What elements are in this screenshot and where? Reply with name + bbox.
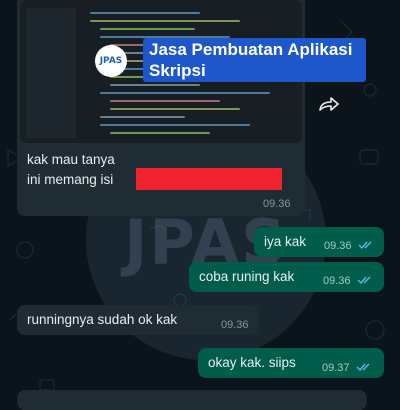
message-time: 09.36	[324, 240, 352, 252]
message-bubble-incoming-partial[interactable]	[17, 390, 367, 410]
forward-icon[interactable]	[318, 96, 340, 112]
message-text: iya kak	[264, 234, 307, 249]
message-bubble-outgoing[interactable]: iya kak 09.36	[254, 227, 384, 257]
message-text: coba runing kak	[199, 269, 295, 284]
message-text-line1: kak mau tanya	[27, 152, 115, 167]
message-text: okay kak. siips	[208, 355, 296, 370]
double-check-icon	[357, 276, 371, 285]
message-time: 09.36	[323, 275, 351, 287]
message-text-line2: ini memang isi	[27, 172, 114, 187]
double-check-icon	[356, 363, 370, 372]
message-bubble-outgoing[interactable]: coba runing kak 09.36	[189, 262, 384, 292]
message-bubble-incoming[interactable]: runningnya sudah ok kak 09.36	[17, 305, 258, 335]
message-time: 09.36	[263, 198, 291, 210]
brand-title: Jasa Pembuatan Aplikasi Skripsi	[143, 38, 366, 82]
message-text: runningnya sudah ok kak	[27, 312, 178, 327]
message-bubble-outgoing[interactable]: okay kak. siips 09.37	[198, 348, 384, 378]
brand-logo-text: JPAS	[99, 56, 123, 66]
message-time: 09.37	[322, 362, 350, 374]
redaction-bar	[136, 168, 282, 190]
brand-logo: JPAS	[95, 45, 127, 77]
double-check-icon	[358, 241, 372, 250]
message-time: 09.36	[221, 319, 249, 331]
